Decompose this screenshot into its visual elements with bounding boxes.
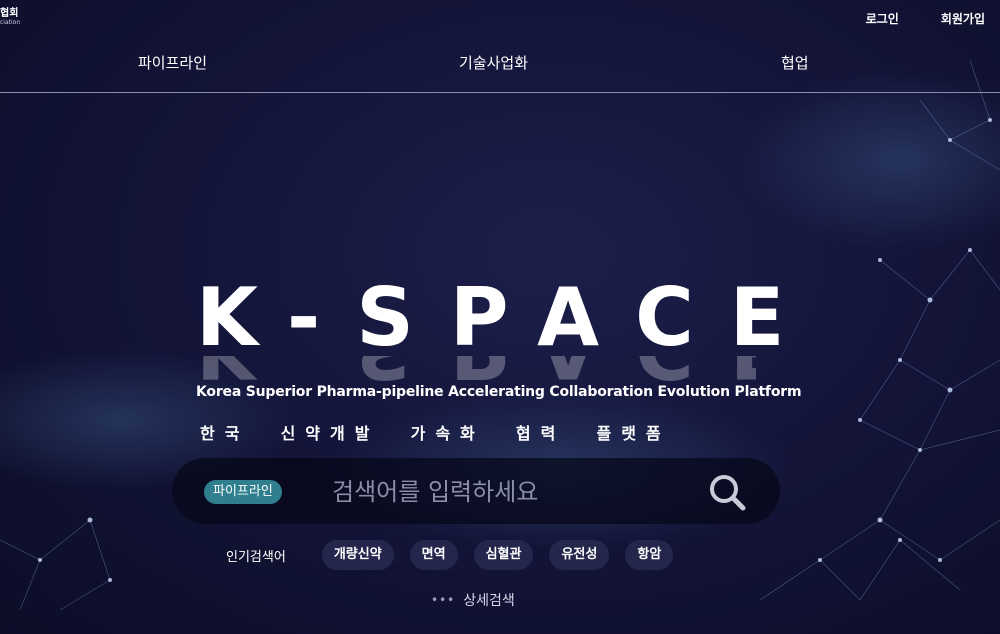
keyword-tag[interactable]: 항암 — [625, 540, 674, 570]
search-box: 파이프라인 — [172, 458, 780, 524]
search-button[interactable] — [706, 472, 750, 512]
search-category-tag[interactable]: 파이프라인 — [204, 480, 282, 504]
utility-links: 로그인 회원가입 — [866, 10, 985, 27]
hero-title-text: K-SPACE — [196, 271, 821, 364]
nav-item-pipeline[interactable]: 파이프라인 — [138, 52, 207, 73]
site-logo[interactable]: 협회 ciation — [0, 8, 22, 32]
keyword-tag[interactable]: 심혈관 — [473, 540, 534, 570]
logo-text: 협회 — [0, 8, 19, 19]
search-icon — [710, 475, 746, 511]
detail-search-link[interactable]: ••• 상세검색 — [431, 590, 515, 610]
detail-search-label: 상세검색 — [463, 593, 515, 609]
keyword-tag[interactable]: 유전성 — [549, 540, 610, 570]
keyword-tag[interactable]: 개량신약 — [321, 540, 394, 570]
more-dots-icon: ••• — [431, 593, 456, 607]
main-nav: 파이프라인 기술사업화 협업 — [0, 52, 1000, 74]
login-link[interactable]: 로그인 — [866, 10, 899, 27]
hero-subtitle-en: Korea Superior Pharma-pipeline Accelerat… — [196, 384, 802, 400]
popular-keywords-label: 인기검색어 — [226, 549, 286, 565]
signup-link[interactable]: 회원가입 — [941, 10, 985, 27]
nav-item-commercialization[interactable]: 기술사업화 — [459, 52, 528, 73]
nav-item-collaboration[interactable]: 협업 — [781, 52, 809, 73]
nav-divider — [0, 92, 1000, 93]
hero-subtitle-ko: 한국 신약개발 가속화 협력 플랫폼 — [200, 424, 671, 443]
popular-keywords: 인기검색어 개량신약 면역 심혈관 유전성 항암 — [226, 540, 689, 570]
logo-subtext: ciation — [0, 19, 21, 26]
search-input[interactable] — [330, 472, 704, 512]
keyword-tag[interactable]: 면역 — [409, 540, 458, 570]
hero-title: K-SPACE — [196, 271, 821, 364]
